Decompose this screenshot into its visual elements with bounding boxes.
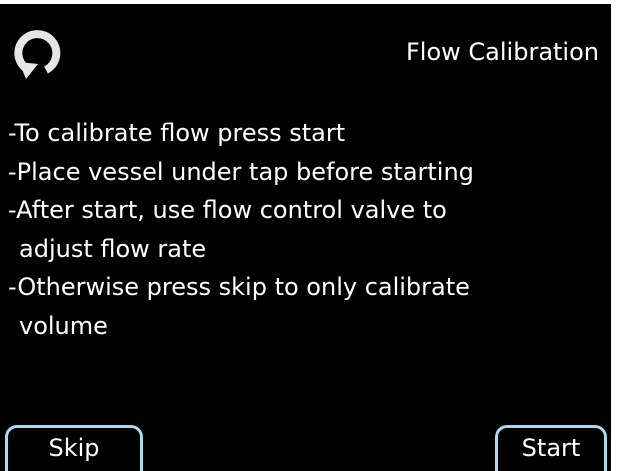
- instruction-line: -Place vessel under tap before starting: [8, 157, 474, 186]
- back-button[interactable]: [10, 24, 68, 82]
- instruction-line: adjust flow rate: [19, 234, 207, 263]
- instruction-line: -Otherwise press skip to only calibrate: [8, 273, 470, 301]
- instructions-text: -To calibrate flow press start -Place ve…: [8, 114, 608, 345]
- start-button[interactable]: Start: [495, 425, 607, 471]
- instruction-line: -To calibrate flow press start: [8, 119, 346, 147]
- instruction-line: volume: [19, 311, 108, 340]
- instruction-line: -After start, use flow control valve to: [8, 196, 447, 224]
- page-title: Flow Calibration: [406, 38, 599, 66]
- refresh-back-arrow-icon: [14, 30, 61, 79]
- calibration-screen: Flow Calibration -To calibrate flow pres…: [0, 4, 611, 471]
- skip-button[interactable]: Skip: [5, 425, 143, 471]
